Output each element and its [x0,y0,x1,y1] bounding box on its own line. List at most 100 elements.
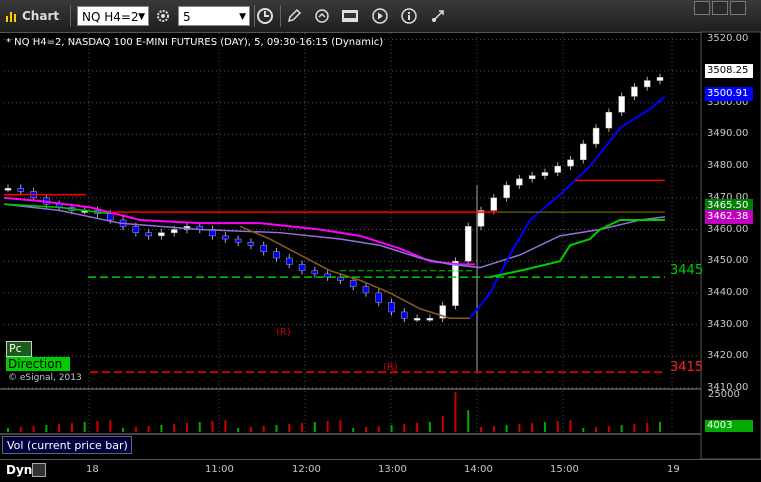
volume-bar [454,392,457,432]
price-tick: 3490.00 [707,128,749,140]
time-axis: Dyn 18 11:00 12:00 13:00 14:00 15:00 19 [0,459,761,482]
volume-bar [518,424,521,432]
volume-bar [492,426,495,432]
candle [452,260,459,306]
chart-legend: * NQ H4=2, NASDAQ 100 E-MINI FUTURES (DA… [6,37,384,48]
volume-bar [134,427,137,432]
indicator-lines [3,95,666,320]
volume-bar [326,421,329,432]
volume-pane-label: Vol (current price bar) [2,436,132,454]
volume-bar [185,423,188,432]
candle [107,213,114,221]
candle [503,184,510,199]
volume-bar [352,428,355,432]
green-level-label: 3445 [670,263,704,278]
volume-bar [441,416,444,432]
volume-bar [582,428,585,432]
purple-line [3,203,666,269]
candle [375,292,382,303]
volume-bar [339,420,342,432]
candle [618,96,625,113]
candle [388,302,395,313]
volume-bar [428,422,431,432]
volume-bar [109,420,112,432]
price-tick: 3430.00 [707,318,749,330]
volume-bar [467,410,470,432]
candle [413,318,421,321]
time-tick: 14:00 [464,464,493,475]
volume-bar [262,426,265,432]
candle [592,127,600,145]
magenta-line-tag: 3462.38 [705,210,753,224]
volume-bar [377,426,380,432]
volume-bar [505,425,508,432]
candle [631,86,638,97]
candle [247,241,255,246]
volume-bar [633,424,636,432]
time-tick: 18 [86,464,99,475]
candle [605,111,613,129]
candle [145,232,152,237]
candle [298,264,306,271]
candle [132,226,140,233]
candle [656,77,664,81]
candle [554,165,561,173]
volume-bar [198,422,201,432]
price-tick: 3420.00 [707,350,749,362]
dyn-icon[interactable] [32,463,46,477]
candle [4,188,12,191]
candle [273,251,280,259]
volume-bar [390,425,393,432]
candle [464,226,472,262]
time-tick: 19 [667,464,680,475]
volume-current-tag: 4003 [705,420,753,432]
volume-bar [556,421,559,432]
volume-bar [70,423,73,432]
price-chart[interactable] [0,0,761,481]
candle [286,257,293,265]
candle [567,159,574,167]
candle [528,175,536,180]
volume-bar [58,424,61,432]
price-tick: 3480.00 [707,160,749,172]
candle [643,80,651,88]
time-tick: 11:00 [205,464,234,475]
sma-line [469,95,666,319]
red-level-label: 3415 [670,360,704,375]
volume-bar [595,427,598,432]
sma-price-tag: 3500.91 [705,87,753,101]
brown-line [239,225,470,320]
dyn-mode-label[interactable]: Dyn [6,463,32,477]
candle [580,143,587,161]
time-tick: 13:00 [378,464,407,475]
volume-bar [32,426,35,432]
candle [349,279,357,287]
candle [401,311,408,319]
time-tick: 15:00 [550,464,579,475]
volume-bar [19,427,22,432]
candle [362,286,370,294]
volume-bar [620,425,623,432]
level-lines [4,179,665,373]
volume-bar [313,422,316,432]
volume-bar [173,424,176,432]
volume-bar [122,428,125,432]
volume-bar [7,428,9,432]
volume-bar [646,423,649,432]
volume-bar [569,420,572,432]
volume-bar [607,426,610,432]
volume-bar [288,424,291,432]
candle [158,232,165,237]
volume-bar [83,422,86,432]
volume-bar [45,425,48,432]
volume-bar [531,423,534,432]
volume-bar [147,426,150,432]
candle [426,318,434,321]
direction-label[interactable]: Direction [6,357,70,371]
price-tick: 3520.00 [707,33,749,45]
candle [477,210,485,227]
pc-label[interactable]: Pc [6,341,32,357]
candle [516,178,523,186]
volume-bar [416,423,419,432]
volume-bar [211,421,214,432]
